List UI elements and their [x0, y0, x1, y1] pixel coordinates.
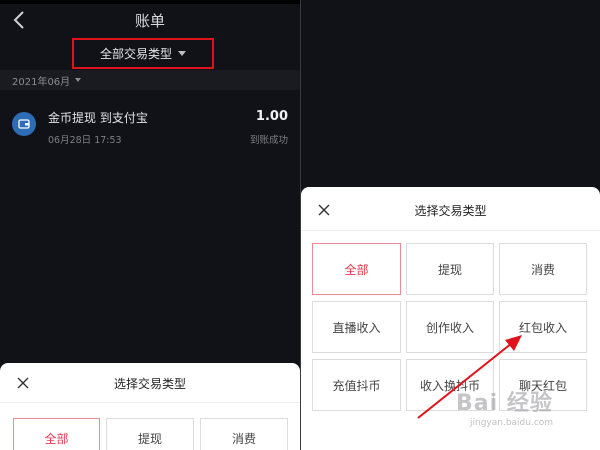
- option-live-income[interactable]: 直播收入: [312, 301, 401, 353]
- filter-label: 全部交易类型: [99, 47, 172, 61]
- option-all[interactable]: 全部: [312, 243, 401, 295]
- caret-down-icon: [75, 78, 82, 82]
- transaction-amount: 1.00: [255, 109, 288, 124]
- option-consume[interactable]: 消费: [200, 418, 288, 450]
- transaction-row[interactable]: 金币提现 到支付宝 06月28日 17:53 1.00 到账成功: [0, 98, 300, 152]
- sheet-title: 选择交易类型: [113, 377, 186, 391]
- option-red-packet-income[interactable]: 红包收入: [499, 301, 587, 353]
- option-all[interactable]: 全部: [13, 418, 100, 450]
- transaction-date: 06月28日 17:53: [48, 135, 122, 146]
- transaction-title: 金币提现 到支付宝: [48, 111, 148, 125]
- option-recharge-coins[interactable]: 充值抖币: [312, 359, 401, 411]
- month-label: 2021年06月: [12, 76, 71, 88]
- option-withdraw[interactable]: 提现: [406, 243, 494, 295]
- watermark-logo: Bai 经验: [456, 391, 553, 416]
- option-withdraw[interactable]: 提现: [106, 418, 194, 450]
- month-selector[interactable]: 2021年06月: [0, 70, 300, 90]
- sheet-header: 选择交易类型: [0, 363, 300, 403]
- caret-down-icon: [178, 51, 186, 56]
- transaction-type-sheet: 选择交易类型 全部 提现 消费: [0, 363, 300, 450]
- transaction-type-filter-button[interactable]: 全部交易类型: [72, 38, 214, 69]
- sheet-header: 选择交易类型: [301, 187, 600, 231]
- sheet-title: 选择交易类型: [414, 204, 487, 218]
- bill-screen-right: 选择交易类型 全部 提现 消费 直播收入 创作收入 红包收入 充值抖币 收入换抖…: [301, 0, 600, 450]
- transaction-status: 到账成功: [249, 135, 288, 146]
- page-title: 账单: [134, 12, 165, 30]
- option-creation-income[interactable]: 创作收入: [406, 301, 494, 353]
- option-consume[interactable]: 消费: [499, 243, 587, 295]
- transaction-type-sheet: 选择交易类型 全部 提现 消费 直播收入 创作收入 红包收入 充值抖币 收入换抖…: [301, 187, 600, 450]
- wallet-icon: [12, 112, 36, 136]
- watermark-url: jingyan.baidu.com: [470, 418, 554, 428]
- bill-screen-left: 账单 全部交易类型 2021年06月 金币提现 到支付宝 06月28日 17:5…: [0, 0, 300, 450]
- status-bar: [0, 0, 300, 4]
